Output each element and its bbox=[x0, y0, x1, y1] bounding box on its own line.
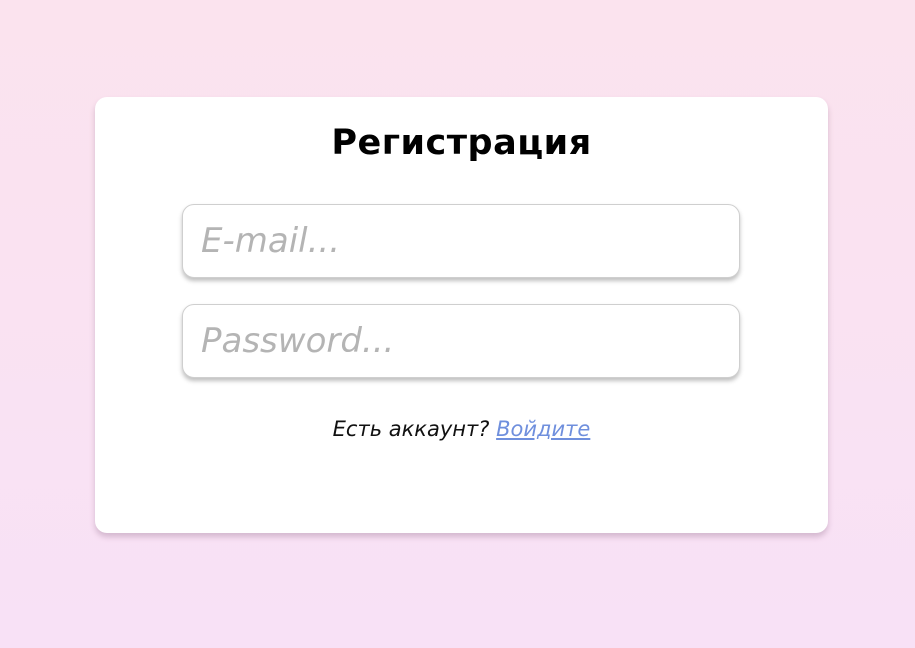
password-input[interactable] bbox=[182, 304, 740, 378]
account-prompt-text: Есть аккаунт? bbox=[332, 417, 490, 441]
login-link[interactable]: Войдите bbox=[496, 417, 590, 441]
form-title: Регистрация bbox=[331, 123, 592, 163]
registration-card: Регистрация Есть аккаунт? Войдите bbox=[95, 97, 828, 533]
login-prompt: Есть аккаунт? Войдите bbox=[95, 417, 828, 441]
email-input[interactable] bbox=[182, 204, 740, 278]
